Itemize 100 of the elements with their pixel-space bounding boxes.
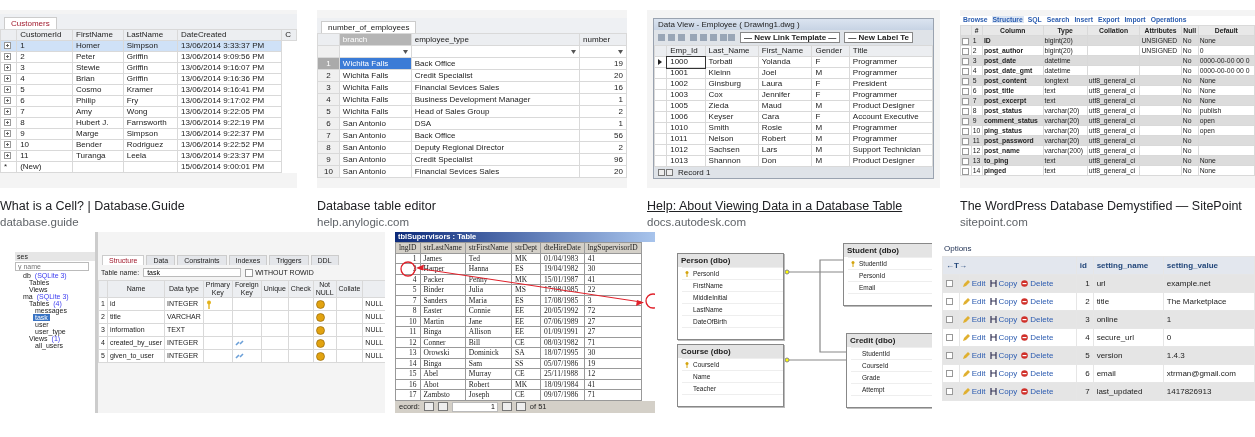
expand-icon[interactable] bbox=[4, 141, 11, 149]
expand-icon[interactable] bbox=[4, 130, 11, 138]
table-thumbnail[interactable] bbox=[960, 10, 1255, 188]
row-action-link[interactable]: Edit bbox=[962, 386, 986, 397]
table-row[interactable]: * (New) 15/06/2014 9:00:01 PM bbox=[0, 161, 297, 173]
checkbox[interactable] bbox=[962, 127, 969, 135]
checkbox[interactable] bbox=[946, 315, 953, 323]
row-action-link[interactable]: Copy bbox=[989, 278, 1018, 289]
checkbox[interactable] bbox=[962, 107, 969, 115]
row-action-link[interactable]: Edit bbox=[962, 368, 986, 379]
checkbox[interactable] bbox=[946, 297, 953, 305]
table-row[interactable]: 8 Hubert J. Farnsworth 13/06/2014 9:22:19 PM bbox=[0, 117, 297, 129]
table-row[interactable]: 9 Marge Simpson 13/06/2014 9:22:37 PM bbox=[0, 128, 297, 140]
row-action-link[interactable]: Copy bbox=[989, 350, 1018, 361]
checkbox[interactable] bbox=[962, 37, 969, 45]
checkbox[interactable] bbox=[962, 67, 969, 75]
tab[interactable]: Customers bbox=[4, 17, 57, 29]
expand-icon[interactable] bbox=[4, 97, 11, 105]
table-row[interactable]: 1013 Shannon Don M Product Designer bbox=[654, 155, 933, 167]
row-action-link[interactable]: Copy bbox=[989, 386, 1018, 397]
row-action-link[interactable]: Copy bbox=[989, 368, 1018, 379]
dropdown[interactable]: — New Link Template — bbox=[740, 32, 841, 43]
filter-dropdown-icon[interactable] bbox=[571, 49, 577, 54]
table-row[interactable]: 10 Bender Rodriguez 13/06/2014 9:22:52 PM bbox=[0, 139, 297, 151]
table-thumbnail[interactable] bbox=[317, 10, 627, 188]
row-action-link[interactable]: Copy bbox=[989, 314, 1018, 325]
checkbox[interactable] bbox=[962, 87, 969, 95]
table-row[interactable]: 1011 Nelson Robert M Programmer bbox=[654, 133, 933, 145]
result-title-link[interactable]: What is a Cell? | Database.Guide bbox=[0, 198, 297, 214]
table-row[interactable]: 3 Stewie Griffin 13/06/2014 9:16:07 PM bbox=[0, 62, 297, 74]
expand-icon[interactable] bbox=[4, 53, 11, 61]
checkbox[interactable] bbox=[962, 97, 969, 105]
filter-dropdown-icon[interactable] bbox=[618, 49, 623, 54]
dropdown[interactable]: — New Label Te bbox=[844, 32, 914, 43]
expand-icon[interactable] bbox=[4, 119, 11, 127]
expand-icon[interactable] bbox=[4, 86, 11, 94]
table-row[interactable]: 1012 Sachsen Lars M Support Technician bbox=[654, 144, 933, 156]
checkbox[interactable] bbox=[946, 369, 953, 377]
row-action-link[interactable]: Copy bbox=[989, 296, 1018, 307]
table-thumbnail[interactable] bbox=[15, 232, 385, 413]
checkbox[interactable] bbox=[962, 117, 969, 125]
table-row[interactable]: 1010 Smith Rosie M Programmer bbox=[654, 122, 933, 134]
filter-dropdown-icon[interactable] bbox=[402, 49, 408, 54]
checkbox[interactable] bbox=[946, 387, 953, 395]
last-record-button[interactable] bbox=[515, 402, 526, 411]
checkbox[interactable] bbox=[946, 333, 953, 341]
result-title-link[interactable]: Database table editor bbox=[317, 198, 627, 214]
expand-icon[interactable] bbox=[4, 64, 11, 72]
checkbox[interactable] bbox=[962, 47, 969, 55]
checkbox[interactable] bbox=[946, 279, 953, 287]
table-row[interactable]: 11 Turanga Leela 13/06/2014 9:23:37 PM bbox=[0, 150, 297, 162]
table-thumbnail[interactable] bbox=[647, 10, 940, 188]
expand-icon[interactable] bbox=[4, 75, 11, 83]
table-row[interactable]: 1 Homer Simpson 13/06/2014 3:33:37 PM bbox=[0, 40, 297, 52]
row-action-link[interactable]: Edit bbox=[962, 350, 986, 361]
table-cell: Don bbox=[761, 156, 777, 165]
table-row[interactable]: 1001 Kleinn Joel M Programmer bbox=[654, 67, 933, 79]
record-nav-icon[interactable] bbox=[658, 169, 674, 176]
table-row[interactable]: 5 Cosmo Kramer 13/06/2014 9:16:41 PM bbox=[0, 84, 297, 96]
result-title-link[interactable]: The WordPress Database Demystified — SitePoint bbox=[960, 198, 1255, 214]
row-action-link[interactable]: Delete bbox=[1021, 296, 1054, 307]
table-row[interactable]: 1006 Keyser Cara F Account Executive bbox=[654, 111, 933, 123]
row-action-link[interactable]: Edit bbox=[962, 278, 986, 289]
table-row[interactable]: 4 Brian Griffin 13/06/2014 9:16:36 PM bbox=[0, 73, 297, 85]
next-record-button[interactable] bbox=[501, 402, 512, 411]
expand-icon[interactable] bbox=[4, 152, 11, 160]
options-link[interactable]: Options bbox=[942, 244, 1255, 256]
checkbox[interactable] bbox=[962, 57, 969, 65]
row-action-link[interactable]: Delete bbox=[1021, 386, 1054, 397]
previous-record-button[interactable] bbox=[437, 402, 448, 411]
table-row[interactable]: 1002 Ginsburg Laura F President bbox=[654, 78, 933, 90]
table-thumbnail[interactable] bbox=[395, 232, 655, 413]
checkbox[interactable] bbox=[962, 147, 969, 155]
checkbox[interactable] bbox=[962, 157, 969, 165]
row-action-link[interactable]: Edit bbox=[962, 314, 986, 325]
table-row[interactable]: 2 Peter Griffin 13/06/2014 9:09:56 PM bbox=[0, 51, 297, 63]
row-action-link[interactable]: Delete bbox=[1021, 368, 1054, 379]
expand-icon[interactable] bbox=[4, 42, 11, 50]
checkbox[interactable] bbox=[962, 167, 969, 175]
row-action-link[interactable]: Copy bbox=[989, 332, 1018, 343]
table-row[interactable]: 1005 Zieda Maud M Product Designer bbox=[654, 100, 933, 112]
row-action-link[interactable]: Edit bbox=[962, 296, 986, 307]
table-row[interactable]: 6 Philip Fry 13/06/2014 9:17:02 PM bbox=[0, 95, 297, 107]
first-record-button[interactable] bbox=[423, 402, 434, 411]
checkbox[interactable] bbox=[245, 268, 254, 277]
tab[interactable]: number_of_employees bbox=[321, 21, 417, 33]
row-action-link[interactable]: Delete bbox=[1021, 332, 1054, 343]
row-action-link[interactable]: Edit bbox=[962, 332, 986, 343]
row-action-link[interactable]: Delete bbox=[1021, 350, 1054, 361]
checkbox[interactable] bbox=[946, 351, 953, 359]
row-action-link[interactable]: Delete bbox=[1021, 314, 1054, 325]
row-action-link[interactable]: Delete bbox=[1021, 278, 1054, 289]
expand-icon[interactable] bbox=[4, 108, 11, 116]
result-title-link[interactable]: Help: About Viewing Data in a Database Table bbox=[647, 198, 940, 214]
table-row[interactable]: 1003 Cox Jennifer F Programmer bbox=[654, 89, 933, 101]
table-thumbnail[interactable] bbox=[0, 10, 297, 188]
table-row[interactable]: 7 Amy Wong 13/06/2014 9:22:05 PM bbox=[0, 106, 297, 118]
checkbox[interactable] bbox=[962, 137, 969, 145]
table-row[interactable]: 1000 Torbati Yolanda F Programmer bbox=[654, 56, 933, 68]
checkbox[interactable] bbox=[962, 77, 969, 85]
